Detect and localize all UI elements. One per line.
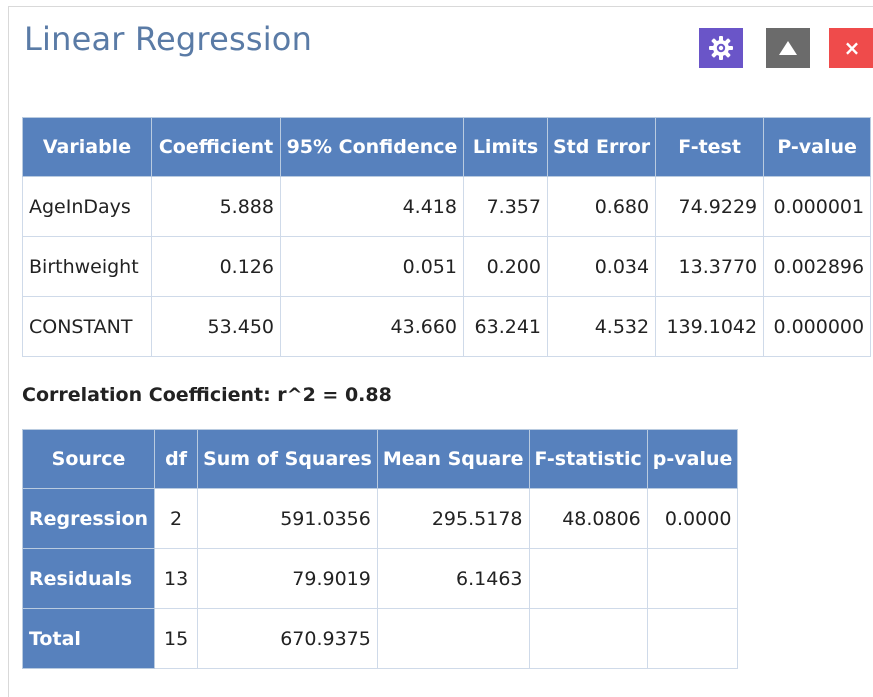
column-header-mean-square: Mean Square (376, 429, 530, 489)
coefficients-header-row: Variable Coefficient 95% Confidence Limi… (22, 117, 872, 177)
table-row: CONSTANT 53.450 43.660 63.241 4.532 139.… (22, 296, 872, 357)
mean-square-cell (376, 608, 530, 669)
p-value-cell: 0.000001 (763, 176, 872, 237)
column-header-limits: Limits (463, 117, 548, 177)
table-row: Birthweight 0.126 0.051 0.200 0.034 13.3… (22, 236, 872, 297)
column-header-sum-of-squares: Sum of Squares (197, 429, 378, 489)
column-header-confidence: 95% Confidence (280, 117, 464, 177)
settings-button[interactable] (699, 28, 743, 68)
f-statistic-cell: 48.0806 (528, 488, 648, 549)
sum-of-squares-cell: 591.0356 (197, 488, 378, 549)
table-row: Residuals 13 79.9019 6.1463 (21, 548, 739, 609)
column-header-df: df (154, 429, 199, 489)
collapse-button[interactable] (766, 28, 810, 68)
p-value-cell: 0.000000 (763, 296, 872, 357)
table-row: Regression 2 591.0356 295.5178 48.0806 0… (21, 488, 739, 549)
variable-cell: AgeInDays (22, 176, 152, 237)
sum-of-squares-cell: 79.9019 (197, 548, 378, 609)
column-header-source: Source (21, 429, 156, 489)
close-icon: × (843, 36, 861, 60)
coefficient-cell: 5.888 (151, 176, 281, 237)
anova-header-row: Source df Sum of Squares Mean Square F-s… (21, 429, 739, 489)
f-test-cell: 13.3770 (655, 236, 765, 297)
f-test-cell: 139.1042 (655, 296, 765, 357)
column-header-std-error: Std Error (546, 117, 657, 177)
std-error-cell: 0.680 (546, 176, 657, 237)
confidence-upper-cell: 0.200 (463, 236, 548, 297)
triangle-up-icon (779, 41, 797, 55)
confidence-lower-cell: 4.418 (280, 176, 464, 237)
confidence-lower-cell: 0.051 (280, 236, 464, 297)
df-cell: 13 (154, 548, 199, 609)
f-statistic-cell (528, 548, 648, 609)
f-test-cell: 74.9229 (655, 176, 765, 237)
coefficient-cell: 0.126 (151, 236, 281, 297)
column-header-coefficient: Coefficient (151, 117, 281, 177)
column-header-f-test: F-test (655, 117, 765, 177)
p-value-cell: 0.002896 (763, 236, 872, 297)
coefficient-cell: 53.450 (151, 296, 281, 357)
variable-cell: CONSTANT (22, 296, 152, 357)
source-cell: Regression (21, 488, 156, 549)
confidence-lower-cell: 43.660 (280, 296, 464, 357)
variable-cell: Birthweight (22, 236, 152, 297)
mean-square-cell: 6.1463 (376, 548, 530, 609)
mean-square-cell: 295.5178 (376, 488, 530, 549)
column-header-p-value: p-value (646, 429, 739, 489)
p-value-cell: 0.0000 (646, 488, 739, 549)
p-value-cell (646, 608, 739, 669)
panel-title: Linear Regression (24, 20, 313, 58)
std-error-cell: 0.034 (546, 236, 657, 297)
df-cell: 2 (154, 488, 199, 549)
column-header-p-value: P-value (763, 117, 872, 177)
gear-icon (709, 36, 733, 60)
source-cell: Total (21, 608, 156, 669)
correlation-coefficient: Correlation Coefficient: r^2 = 0.88 (22, 384, 392, 406)
confidence-upper-cell: 7.357 (463, 176, 548, 237)
column-header-variable: Variable (22, 117, 152, 177)
source-cell: Residuals (21, 548, 156, 609)
close-button[interactable]: × (829, 28, 873, 68)
std-error-cell: 4.532 (546, 296, 657, 357)
table-row: AgeInDays 5.888 4.418 7.357 0.680 74.922… (22, 176, 872, 237)
table-row: Total 15 670.9375 (21, 608, 739, 669)
anova-table: Source df Sum of Squares Mean Square F-s… (21, 429, 739, 669)
column-header-f-statistic: F-statistic (528, 429, 648, 489)
p-value-cell (646, 548, 739, 609)
df-cell: 15 (154, 608, 199, 669)
coefficients-table: Variable Coefficient 95% Confidence Limi… (22, 117, 872, 357)
sum-of-squares-cell: 670.9375 (197, 608, 378, 669)
confidence-upper-cell: 63.241 (463, 296, 548, 357)
f-statistic-cell (528, 608, 648, 669)
